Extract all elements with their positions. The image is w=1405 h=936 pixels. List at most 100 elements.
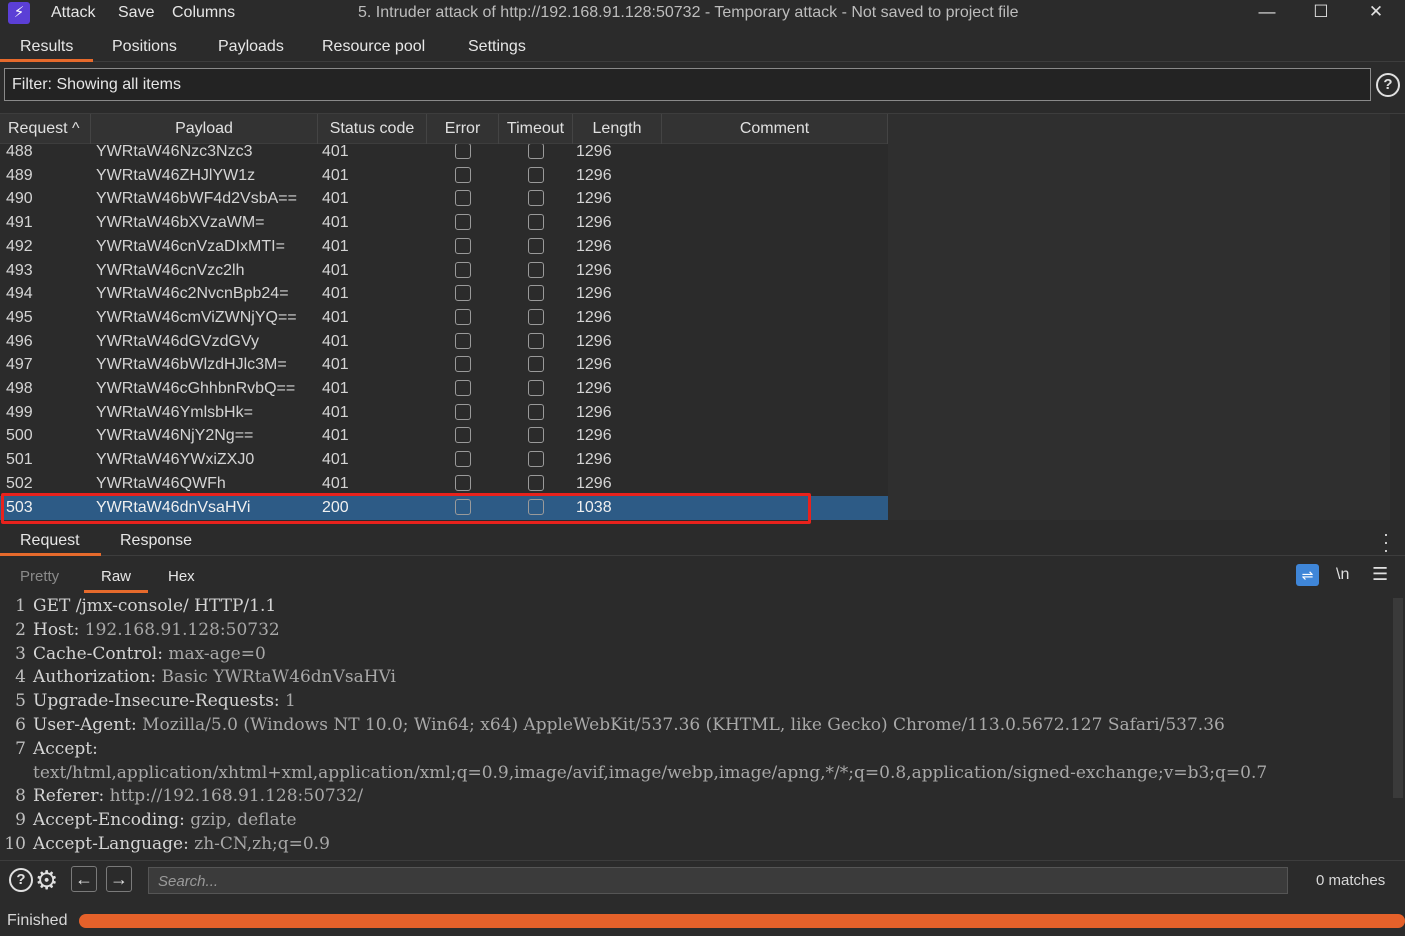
request-line: 3 Cache-Control: max-age=0 xyxy=(0,642,266,666)
attack-tabs: Results Positions Payloads Resource pool… xyxy=(0,30,1405,62)
word-wrap-icon[interactable]: ⇌ xyxy=(1296,564,1319,586)
column-header-payload[interactable]: Payload xyxy=(91,114,318,144)
cell-payload: YWRtaW46cnVzc2lh xyxy=(96,261,245,279)
tab-results[interactable]: Results xyxy=(20,38,73,56)
cell-payload: YWRtaW46ZHJlYW1z xyxy=(96,166,256,184)
request-line: 2 Host: 192.168.91.128:50732 xyxy=(0,618,280,642)
table-body: 488 YWRtaW46Nzc3Nzc3 401 1296 489 YWRtaW46ZHJ… xyxy=(0,144,888,520)
cell-request: 492 xyxy=(6,237,33,255)
column-header-status-code[interactable]: Status code xyxy=(318,114,427,144)
request-editor[interactable]: 1 GET /jmx-console/ HTTP/1.1 2 Host: 192.16… xyxy=(0,595,1391,857)
line-content: Upgrade-Insecure-Requests: 1 xyxy=(33,689,296,713)
timeout-checkbox xyxy=(528,214,544,231)
line-content: GET /jmx-console/ HTTP/1.1 xyxy=(33,595,276,618)
header-name: Referer: xyxy=(33,786,105,807)
line-content: Host: 192.168.91.128:50732 xyxy=(33,618,280,642)
column-header-request[interactable]: Request ^ xyxy=(0,114,91,144)
filter-bar[interactable]: Filter: Showing all items xyxy=(4,68,1371,101)
cell-status-code: 401 xyxy=(322,214,349,232)
request-line: text/html,application/xhtml+xml,applicat… xyxy=(0,761,1267,785)
table-row[interactable]: 495 YWRtaW46cmViZWNjYQ== 401 1296 xyxy=(0,306,888,330)
table-row[interactable]: 498 YWRtaW46cGhhbnRvbQ== 401 1296 xyxy=(0,377,888,401)
tab-hex[interactable]: Hex xyxy=(168,568,195,585)
table-row[interactable]: 488 YWRtaW46Nzc3Nzc3 401 1296 xyxy=(0,144,888,164)
cell-request: 488 xyxy=(6,144,33,160)
cell-request: 491 xyxy=(6,214,33,232)
cell-payload: YWRtaW46YWxiZXJ0 xyxy=(96,451,255,469)
table-row[interactable]: 499 YWRtaW46YmlsbHk= 401 1296 xyxy=(0,401,888,425)
hamburger-menu-icon[interactable]: ☰ xyxy=(1372,564,1388,585)
error-checkbox xyxy=(455,308,471,325)
table-row[interactable]: 494 YWRtaW46c2NvcnBpb24= 401 1296 xyxy=(0,282,888,306)
timeout-checkbox xyxy=(528,380,544,396)
cell-payload: YWRtaW46Nzc3Nzc3 xyxy=(96,144,253,160)
cell-request: 500 xyxy=(6,427,33,445)
search-input[interactable]: Search... xyxy=(148,867,1288,894)
tab-response[interactable]: Response xyxy=(120,532,192,550)
tab-request[interactable]: Request xyxy=(20,532,80,550)
arrow-left-icon: ← xyxy=(75,869,93,889)
tab-settings[interactable]: Settings xyxy=(468,38,526,56)
column-header-timeout[interactable]: Timeout xyxy=(499,114,573,144)
tab-payloads[interactable]: Payloads xyxy=(218,38,284,56)
next-match-button[interactable]: → xyxy=(106,866,132,892)
table-scrollbar[interactable] xyxy=(1391,144,1405,520)
table-row[interactable]: 500 YWRtaW46NjY2Ng== 401 1296 xyxy=(0,424,888,448)
cell-length: 1296 xyxy=(576,451,612,469)
window-title: 5. Intruder attack of http://192.168.91.… xyxy=(358,4,1019,21)
cell-status-code: 401 xyxy=(322,380,349,397)
line-number: 8 xyxy=(15,786,26,807)
table-row[interactable]: 497 YWRtaW46bWlzdHJlc3M= 401 1296 xyxy=(0,353,888,377)
cell-request: 493 xyxy=(6,261,33,279)
menu-save[interactable]: Save xyxy=(118,4,154,22)
error-checkbox xyxy=(455,451,471,468)
column-header-length[interactable]: Length xyxy=(573,114,662,144)
more-options-icon[interactable]: · · · xyxy=(1381,525,1391,559)
cell-status-code: 401 xyxy=(322,356,349,374)
tab-positions[interactable]: Positions xyxy=(112,38,177,56)
timeout-checkbox xyxy=(528,166,544,183)
newline-toggle-icon[interactable]: \n xyxy=(1336,566,1349,584)
tab-pretty[interactable]: Pretty xyxy=(20,568,59,585)
header-name: Host: xyxy=(33,619,80,640)
progress-bar xyxy=(79,914,1405,928)
editor-scroll-thumb[interactable] xyxy=(1393,598,1403,798)
table-row[interactable]: 501 YWRtaW46YWxiZXJ0 401 1296 xyxy=(0,448,888,472)
maximize-icon[interactable]: ☐ xyxy=(1294,0,1348,26)
gear-icon[interactable]: ⚙ xyxy=(35,865,58,896)
table-row[interactable]: 492 YWRtaW46cnVzaDIxMTI= 401 1296 xyxy=(0,235,888,259)
header-value: 1 xyxy=(279,691,296,712)
line-number: 1 xyxy=(15,596,26,616)
menu-columns[interactable]: Columns xyxy=(172,4,235,22)
column-header-error[interactable]: Error xyxy=(427,114,499,144)
active-view-indicator xyxy=(84,590,148,593)
help-circle-icon[interactable]: ? xyxy=(9,868,33,892)
error-checkbox xyxy=(455,332,471,349)
table-row[interactable]: 489 YWRtaW46ZHJlYW1z 401 1296 xyxy=(0,164,888,188)
minimize-icon[interactable]: — xyxy=(1240,0,1294,26)
table-row[interactable]: 496 YWRtaW46dGVzdGVy 401 1296 xyxy=(0,330,888,354)
error-checkbox xyxy=(455,380,471,396)
header-value: 192.168.91.128:50732 xyxy=(79,619,280,640)
timeout-checkbox xyxy=(528,190,544,207)
header-name: Accept-Encoding: xyxy=(33,810,185,831)
tab-raw[interactable]: Raw xyxy=(101,568,131,585)
column-header-comment[interactable]: Comment xyxy=(662,114,888,144)
help-icon[interactable]: ? xyxy=(1376,73,1400,97)
menu-attack[interactable]: Attack xyxy=(51,4,95,22)
cell-length: 1296 xyxy=(576,380,612,397)
table-row[interactable]: 493 YWRtaW46cnVzc2lh 401 1296 xyxy=(0,259,888,283)
header-name: Accept-Language: xyxy=(33,834,189,854)
table-row[interactable]: 491 YWRtaW46bXVzaWM= 401 1296 xyxy=(0,211,888,235)
tab-resource-pool[interactable]: Resource pool xyxy=(322,38,425,56)
close-icon[interactable]: ✕ xyxy=(1349,0,1403,26)
cell-status-code: 401 xyxy=(322,237,349,255)
table-row[interactable]: 490 YWRtaW46bWF4d2VsbA== 401 1296 xyxy=(0,187,888,211)
cell-status-code: 401 xyxy=(322,261,349,279)
cell-request: 490 xyxy=(6,190,33,208)
progress-fill xyxy=(79,914,1405,928)
cell-status-code: 401 xyxy=(322,144,349,160)
cell-payload: YWRtaW46NjY2Ng== xyxy=(96,427,254,445)
cell-request: 496 xyxy=(6,332,33,350)
previous-match-button[interactable]: ← xyxy=(71,866,97,892)
